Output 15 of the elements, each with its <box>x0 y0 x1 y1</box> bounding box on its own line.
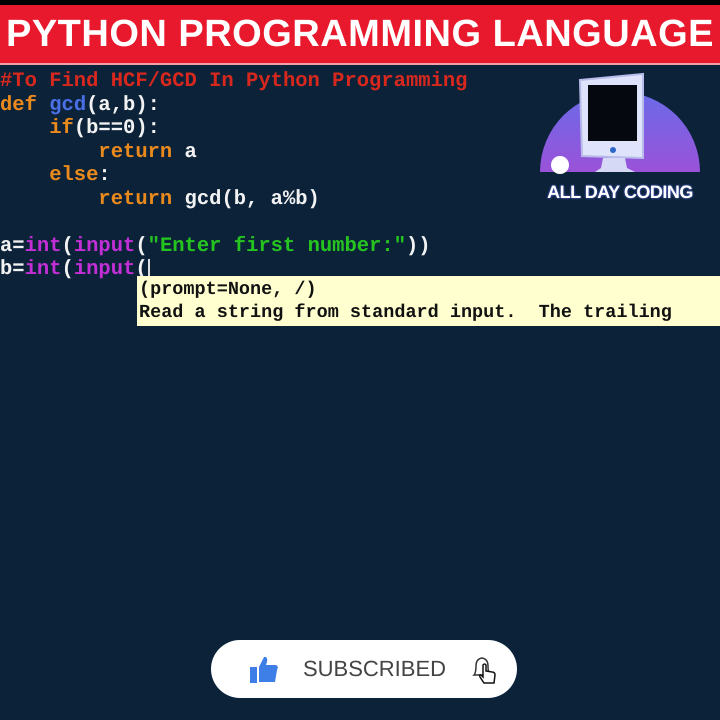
call-tip-description: Read a string from standard input. The trailing <box>139 301 673 324</box>
code-line: return a <box>98 140 197 164</box>
code-line: def gcd(a,b): <box>0 94 160 117</box>
dot-icon <box>551 156 569 174</box>
logo-text: ALL DAY CODING <box>547 182 693 203</box>
subscribed-button[interactable]: SUBSCRIBED <box>211 640 517 698</box>
computer-monitor-icon <box>578 72 644 172</box>
code-line: return gcd(b, a%b) <box>97 188 320 211</box>
code-line: else: <box>48 164 111 188</box>
thumbs-up-icon <box>249 654 279 684</box>
code-line: a=int(input("Enter first number:")) <box>0 234 431 258</box>
code-line: #To Find HCF/GCD In Python Programming <box>0 70 468 94</box>
code-line: if(b==0): <box>48 117 160 140</box>
banner-title: PYTHON PROGRAMMING LANGUAGE <box>6 12 714 56</box>
call-tip-signature: (prompt=None, /) <box>139 278 318 301</box>
